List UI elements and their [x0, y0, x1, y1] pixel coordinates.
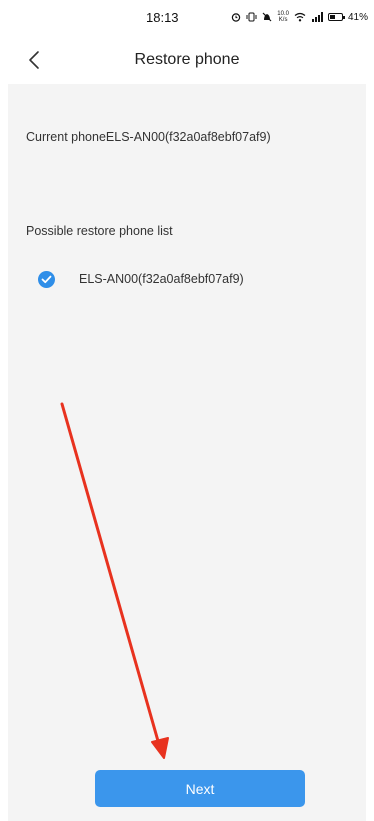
page-title: Restore phone [134, 51, 240, 68]
next-button[interactable]: Next [95, 770, 305, 807]
restore-phone-option[interactable]: ELS-AN00(f32a0af8ebf07af9) [38, 266, 244, 292]
net-speed-unit: K/s [278, 17, 288, 23]
alarm-icon [231, 12, 241, 22]
battery-icon [327, 13, 345, 21]
battery-percent: 41% [347, 11, 368, 23]
vibrate-icon [246, 12, 257, 22]
check-icon[interactable] [38, 270, 55, 288]
header: Restore phone [0, 40, 374, 82]
restore-list-title: Possible restore phone list [26, 224, 173, 238]
screen: 18:13 10.0 K/s 41% Restore phone Current… [0, 0, 374, 821]
status-icons: 10.0 K/s 41% [231, 11, 368, 23]
mute-icon [262, 12, 272, 22]
restore-phone-label: ELS-AN00(f32a0af8ebf07af9) [79, 272, 244, 286]
signal-icon [311, 12, 323, 22]
status-bar: 18:13 10.0 K/s 41% [0, 0, 374, 40]
status-time: 18:13 [146, 10, 179, 25]
current-phone-text: Current phoneELS-AN00(f32a0af8ebf07af9) [26, 130, 271, 144]
wifi-icon [294, 12, 306, 22]
content-area: Current phoneELS-AN00(f32a0af8ebf07af9) … [8, 84, 366, 821]
data-speed-icon: 10.0 K/s [277, 11, 289, 23]
